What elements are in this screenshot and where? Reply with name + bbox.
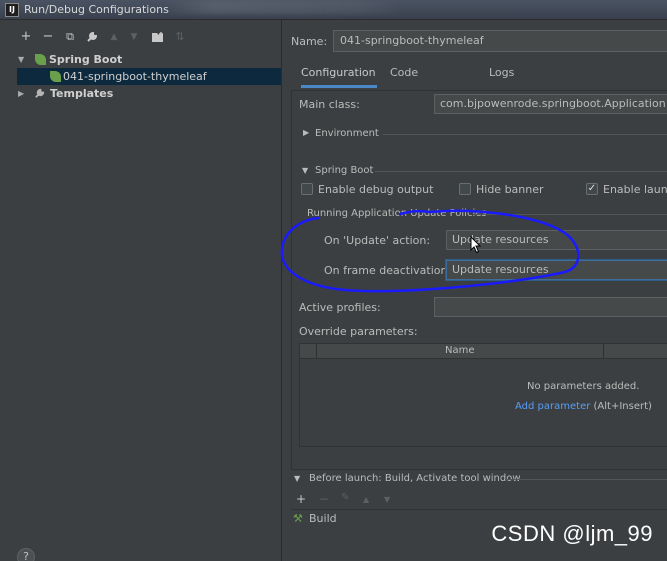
override-parameters-label: Override parameters:: [299, 325, 418, 338]
enable-launch-checkbox[interactable]: ✓: [586, 183, 598, 195]
tree-node-config-item[interactable]: 041-springboot-thymeleaf: [17, 68, 281, 85]
enable-debug-checkbox[interactable]: [301, 183, 313, 195]
on-frame-select[interactable]: Update resources: [446, 260, 667, 280]
tab-logs[interactable]: Logs: [489, 62, 514, 88]
update-policies-section: Running Application Update Policies: [307, 208, 487, 219]
collapsed-arrow-icon[interactable]: ▶: [18, 85, 24, 102]
csdn-watermark: CSDN @ljm_99: [491, 521, 653, 546]
column-header-name[interactable]: Name: [445, 345, 475, 356]
tab-code-coverage[interactable]: Code Coverage: [390, 62, 443, 101]
before-launch-collapse-icon[interactable]: ▼: [294, 474, 300, 483]
folder-icon[interactable]: [150, 28, 166, 46]
configurations-tree-panel: + − ⧉ ▲ ▼ ⇅ ▼ Spring Boot 041-springboot…: [0, 20, 282, 561]
column-separator: [316, 344, 317, 359]
divider: [383, 134, 667, 135]
main-class-label: Main class:: [299, 98, 360, 111]
hammer-icon: ⚒: [293, 512, 303, 525]
tree-toolbar: + − ⧉ ▲ ▼ ⇅: [0, 28, 282, 48]
hide-banner-label: Hide banner: [476, 183, 544, 196]
environment-section[interactable]: Environment: [315, 128, 379, 139]
sort-icon[interactable]: ⇅: [172, 28, 188, 46]
empty-table-text: No parameters added.: [527, 381, 640, 392]
expanded-arrow-icon[interactable]: ▼: [18, 51, 24, 68]
column-separator: [603, 344, 604, 359]
help-icon[interactable]: ?: [17, 548, 35, 561]
name-input[interactable]: 041-springboot-thymeleaf: [333, 30, 667, 52]
templates-wrench-icon: [34, 85, 45, 104]
before-launch-section[interactable]: Before launch: Build, Activate tool wind…: [309, 473, 521, 484]
enable-launch-label: Enable launch: [603, 183, 667, 196]
tree-label-templates: Templates: [50, 87, 114, 100]
remove-icon[interactable]: −: [40, 28, 56, 46]
environment-expand-icon[interactable]: ▶: [303, 128, 309, 137]
before-launch-edit-icon[interactable]: ✎: [341, 492, 349, 503]
tree-node-templates[interactable]: ▶ Templates: [0, 85, 282, 102]
mouse-cursor-icon: [470, 236, 482, 254]
tree-label-spring-boot: Spring Boot: [49, 53, 123, 66]
wrench-icon[interactable]: [84, 28, 100, 46]
move-up-icon[interactable]: ▲: [106, 28, 122, 46]
table-header: Name: [300, 344, 667, 359]
divider: [505, 479, 667, 480]
copy-icon[interactable]: ⧉: [62, 28, 78, 46]
window-title: Run/Debug Configurations: [24, 3, 169, 16]
enable-debug-label: Enable debug output: [318, 183, 434, 196]
add-parameter-link[interactable]: Add parameter: [515, 401, 590, 412]
divider: [473, 214, 667, 215]
add-parameter-shortcut: (Alt+Insert): [593, 401, 652, 412]
add-parameter-row: Add parameter (Alt+Insert): [515, 401, 652, 412]
tree-node-spring-boot[interactable]: ▼ Spring Boot: [0, 51, 282, 68]
name-label: Name:: [291, 35, 328, 48]
active-profiles-label: Active profiles:: [299, 301, 381, 314]
spring-boot-collapse-icon[interactable]: ▼: [302, 166, 308, 175]
add-icon[interactable]: +: [18, 28, 34, 46]
title-bar: IJ Run/Debug Configurations: [0, 0, 667, 20]
tab-configuration[interactable]: Configuration: [301, 62, 377, 88]
build-task-label: Build: [309, 512, 337, 525]
configuration-tree: ▼ Spring Boot 041-springboot-thymeleaf ▶…: [0, 51, 282, 102]
on-frame-label: On frame deactivation:: [324, 264, 452, 277]
hide-banner-checkbox[interactable]: [459, 183, 471, 195]
before-launch-remove-icon[interactable]: −: [319, 492, 329, 506]
main-class-input[interactable]: com.bjpowenrode.springboot.Application: [434, 94, 667, 114]
before-launch-down-icon[interactable]: ▼: [384, 495, 390, 504]
override-parameters-table: Name No parameters added. Add parameter …: [299, 343, 667, 447]
blurred-menu-area: [165, 0, 405, 14]
before-launch-up-icon[interactable]: ▲: [363, 495, 369, 504]
tree-label-config-item: 041-springboot-thymeleaf: [63, 70, 207, 83]
before-launch-add-icon[interactable]: +: [296, 492, 306, 506]
move-down-icon[interactable]: ▼: [126, 28, 142, 46]
spring-boot-section[interactable]: Spring Boot: [315, 165, 373, 176]
spring-boot-icon: [35, 54, 46, 65]
divider: [375, 171, 667, 172]
configuration-editor: Name: 041-springboot-thymeleaf Configura…: [283, 20, 667, 561]
spring-boot-run-icon: [50, 71, 61, 82]
intellij-app-icon: IJ: [5, 3, 19, 17]
active-profiles-input[interactable]: [434, 297, 667, 317]
on-update-label: On 'Update' action:: [324, 234, 431, 247]
